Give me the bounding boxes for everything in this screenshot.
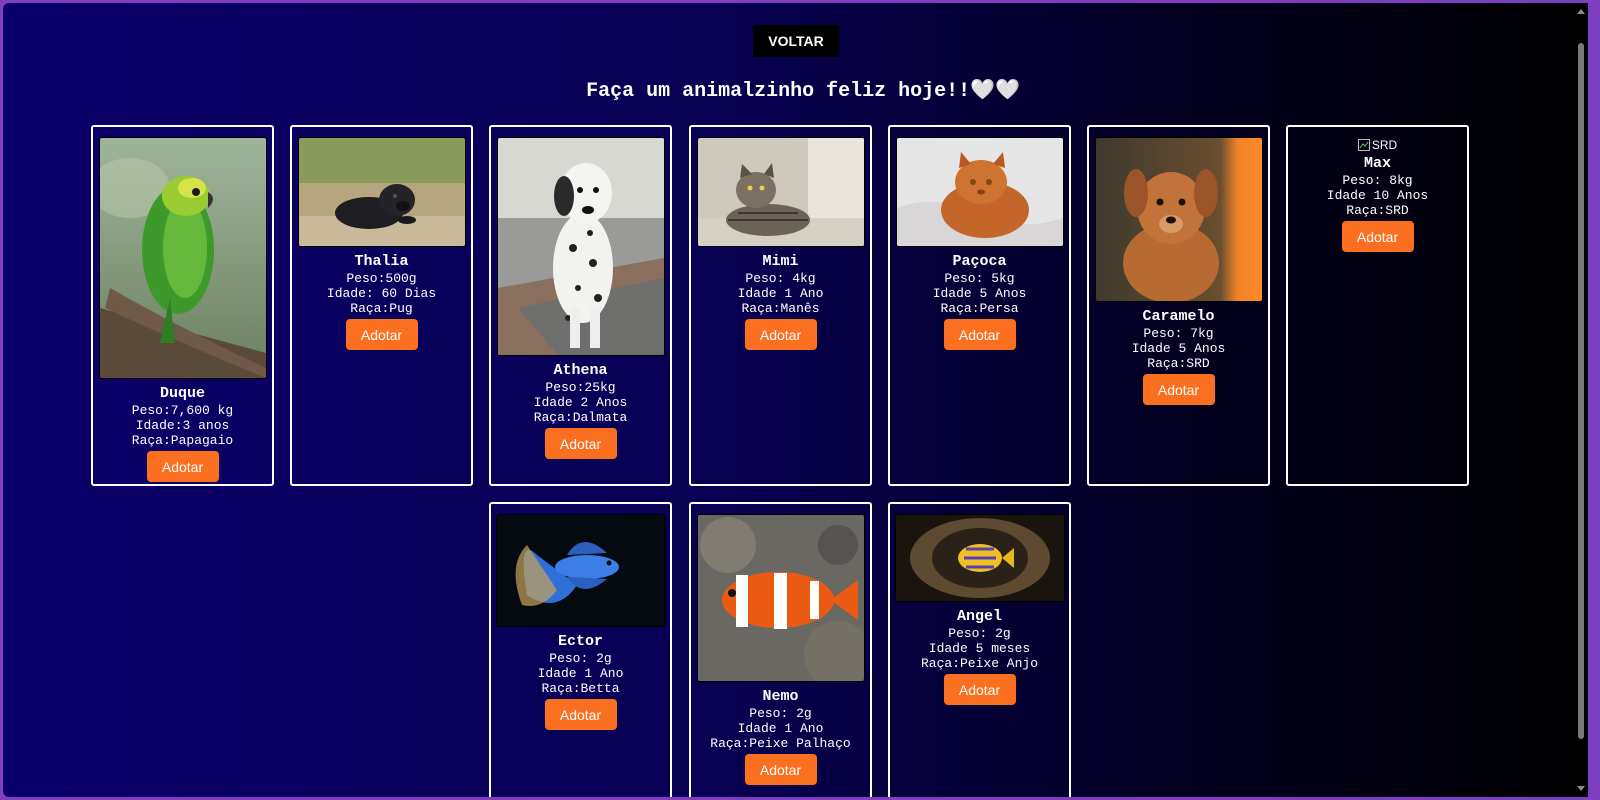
pet-breed: Raça:SRD	[1346, 203, 1409, 218]
pet-age: Idade 5 Anos	[932, 286, 1027, 301]
page-viewport: VOLTAR Faça um animalzinho feliz hoje!!🤍…	[3, 3, 1585, 797]
pet-name: Thalia	[354, 253, 409, 270]
pet-card-ector: Ector Peso: 2g Idade 1 Ano Raça:Betta Ad…	[489, 502, 672, 797]
adopt-button[interactable]: Adotar	[345, 319, 418, 350]
pet-name: Nemo	[762, 688, 799, 705]
pet-weight: Peso: 2g	[948, 626, 1011, 641]
pet-card-duque: Duque Peso:7,600 kg Idade:3 anos Raça:Pa…	[91, 125, 274, 486]
parrot-photo	[98, 137, 267, 379]
scroll-thumb[interactable]	[1578, 43, 1584, 739]
pet-weight: Peso: 2g	[549, 651, 612, 666]
pet-name: Mimi	[762, 253, 799, 270]
scroll-down-arrow-icon[interactable]	[1577, 786, 1585, 791]
broken-image-icon: SRD	[1288, 137, 1467, 153]
pet-weight: Peso: 7kg	[1143, 326, 1214, 341]
dalmatian-photo	[496, 137, 665, 356]
pet-card-angel: Angel Peso: 2g Idade 5 meses Raça:Peixe …	[888, 502, 1071, 797]
caramel-dog-photo	[1094, 137, 1263, 302]
pet-age: Idade:3 anos	[135, 418, 230, 433]
pet-age: Idade 1 Ano	[737, 286, 824, 301]
pet-age: Idade 10 Anos	[1326, 188, 1429, 203]
pet-breed: Raça:Peixe Palhaço	[710, 736, 851, 751]
pet-age: Idade 5 Anos	[1131, 341, 1226, 356]
pet-card-pacoca: Paçoca Peso: 5kg Idade 5 Anos Raça:Persa…	[888, 125, 1071, 486]
tabby-cat-photo	[696, 137, 865, 247]
pet-age: Idade 1 Ano	[537, 666, 624, 681]
adopt-button[interactable]: Adotar	[544, 699, 617, 730]
pet-card-caramelo: Caramelo Peso: 7kg Idade 5 Anos Raça:SRD…	[1087, 125, 1270, 486]
angelfish-photo	[894, 514, 1065, 602]
pet-breed: Raça:Dalmata	[533, 410, 628, 425]
back-button[interactable]: VOLTAR	[753, 25, 839, 57]
pet-card-max: SRD Max Peso: 8kg Idade 10 Anos Raça:SRD…	[1286, 125, 1469, 486]
pet-card-athena: Athena Peso:25kg Idade 2 Anos Raça:Dalma…	[489, 125, 672, 486]
adopt-button[interactable]: Adotar	[1142, 374, 1215, 405]
pet-card-mimi: Mimi Peso: 4kg Idade 1 Ano Raça:Manês Ad…	[689, 125, 872, 486]
pet-breed: Raça:Pug	[350, 301, 413, 316]
adopt-button[interactable]: Adotar	[943, 674, 1016, 705]
pet-weight: Peso: 4kg	[745, 271, 816, 286]
pet-card-nemo: Nemo Peso: 2g Idade 1 Ano Raça:Peixe Pal…	[689, 502, 872, 797]
pet-name: Max	[1363, 155, 1391, 172]
clownfish-photo	[696, 514, 865, 682]
betta-fish-photo	[495, 514, 666, 627]
pet-name: Paçoca	[952, 253, 1007, 270]
pet-breed: Raça:Papagaio	[131, 433, 234, 448]
pet-age: Idade 2 Anos	[533, 395, 628, 410]
adopt-button[interactable]: Adotar	[146, 451, 219, 482]
pet-breed: Raça:Peixe Anjo	[920, 656, 1039, 671]
persian-cat-photo	[895, 137, 1064, 247]
pet-card-thalia: Thalia Peso:500g Idade: 60 Dias Raça:Pug…	[290, 125, 473, 486]
pet-age: Idade 1 Ano	[737, 721, 824, 736]
adopt-button[interactable]: Adotar	[943, 319, 1016, 350]
scroll-up-arrow-icon[interactable]	[1577, 9, 1585, 14]
pet-name: Ector	[557, 633, 603, 650]
pet-name: Athena	[553, 362, 608, 379]
adopt-button[interactable]: Adotar	[1341, 221, 1414, 252]
pet-breed: Raça:SRD	[1147, 356, 1210, 371]
pet-weight: Peso:7,600 kg	[131, 403, 234, 418]
pet-weight: Peso:25kg	[545, 380, 616, 395]
pet-age: Idade 5 meses	[928, 641, 1031, 656]
pet-weight: Peso: 5kg	[944, 271, 1015, 286]
pet-age: Idade: 60 Dias	[326, 286, 437, 301]
adopt-button[interactable]: Adotar	[744, 754, 817, 785]
image-alt-text: SRD	[1371, 138, 1398, 152]
vertical-scrollbar[interactable]	[1574, 3, 1588, 797]
page-title: Faça um animalzinho feliz hoje!!🤍🤍	[586, 80, 1020, 103]
pet-name: Angel	[956, 608, 1002, 625]
pet-weight: Peso: 2g	[749, 706, 812, 721]
pet-breed: Raça:Betta	[541, 681, 620, 696]
pet-breed: Raça:Manês	[741, 301, 820, 316]
pet-breed: Raça:Persa	[940, 301, 1019, 316]
pet-name: Caramelo	[1142, 308, 1215, 325]
pet-name: Duque	[159, 385, 205, 402]
adopt-button[interactable]: Adotar	[544, 428, 617, 459]
adopt-button[interactable]: Adotar	[744, 319, 817, 350]
pet-weight: Peso:500g	[346, 271, 417, 286]
pug-photo	[297, 137, 466, 247]
pet-weight: Peso: 8kg	[1342, 173, 1413, 188]
